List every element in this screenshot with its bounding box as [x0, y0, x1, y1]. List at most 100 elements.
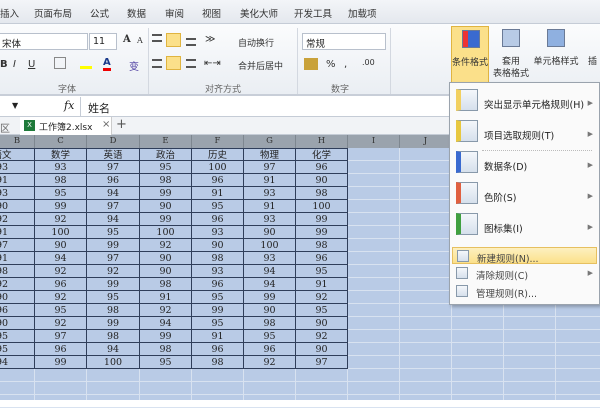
percent-button[interactable]: % — [326, 59, 336, 70]
table-cell[interactable]: 98 — [140, 278, 192, 291]
table-cell[interactable]: 94 — [87, 343, 140, 356]
bold-button[interactable]: B — [0, 59, 8, 70]
table-cell[interactable]: 91 — [0, 252, 35, 265]
table-cell[interactable]: 92 — [140, 239, 192, 252]
table-cell[interactable]: 99 — [244, 291, 296, 304]
table-cell[interactable]: 92 — [0, 213, 35, 226]
menu-item-manage-rules[interactable]: 管理规则(R)... — [452, 283, 597, 300]
table-cell[interactable]: 96 — [244, 343, 296, 356]
column-header-G[interactable]: G — [244, 135, 296, 148]
insert-function-button[interactable]: fx — [64, 99, 74, 112]
table-cell[interactable]: 96 — [296, 161, 348, 174]
fill-color-icon[interactable] — [80, 57, 92, 69]
table-cell[interactable]: 93 — [0, 161, 35, 174]
table-cell[interactable]: 90 — [244, 304, 296, 317]
table-cell[interactable]: 91 — [244, 200, 296, 213]
column-header-C[interactable]: C — [35, 135, 87, 148]
table-cell[interactable]: 94 — [0, 356, 35, 369]
decimal-icon[interactable]: .00 — [362, 58, 375, 67]
table-cell[interactable]: 98 — [0, 265, 35, 278]
table-cell[interactable]: 98 — [87, 304, 140, 317]
header-cell[interactable]: 历史 — [192, 148, 244, 161]
table-cell[interactable]: 92 — [35, 213, 87, 226]
table-cell[interactable]: 100 — [296, 200, 348, 213]
table-cell[interactable]: 100 — [35, 226, 87, 239]
table-cell[interactable]: 92 — [0, 278, 35, 291]
table-cell[interactable]: 95 — [296, 265, 348, 278]
table-cell[interactable]: 94 — [87, 187, 140, 200]
align-center-button[interactable] — [166, 56, 181, 70]
align-top-icon[interactable] — [152, 34, 162, 42]
tab-view[interactable]: 视图 — [202, 6, 221, 20]
table-cell[interactable]: 98 — [192, 252, 244, 265]
column-header-B[interactable]: B — [0, 135, 35, 148]
header-cell[interactable]: 政治 — [140, 148, 192, 161]
table-cell[interactable]: 92 — [35, 317, 87, 330]
table-cell[interactable]: 94 — [87, 213, 140, 226]
table-cell[interactable]: 90 — [35, 239, 87, 252]
table-cell[interactable]: 90 — [296, 317, 348, 330]
header-cell[interactable]: 英语 — [87, 148, 140, 161]
table-cell[interactable]: 92 — [35, 265, 87, 278]
conditional-format-button[interactable]: 条件格式 — [451, 26, 489, 83]
menu-item-data-bars[interactable]: 数据条(D) ▶ — [452, 151, 597, 179]
table-cell[interactable]: 96 — [35, 278, 87, 291]
italic-button[interactable]: I — [13, 59, 16, 70]
column-header-F[interactable]: F — [192, 135, 244, 148]
table-cell[interactable]: 91 — [140, 291, 192, 304]
table-cell[interactable]: 100 — [244, 239, 296, 252]
comma-button[interactable]: , — [344, 59, 347, 70]
orientation-icon[interactable]: ≫ — [205, 34, 215, 45]
table-cell[interactable]: 98 — [192, 356, 244, 369]
table-cell[interactable]: 95 — [0, 330, 35, 343]
table-cell[interactable]: 91 — [244, 174, 296, 187]
table-cell[interactable]: 95 — [192, 291, 244, 304]
cell-styles-button[interactable]: 单元格样式 — [533, 26, 579, 83]
font-color-button[interactable]: A — [103, 57, 111, 71]
align-middle-button[interactable] — [166, 33, 181, 47]
table-cell[interactable]: 92 — [35, 291, 87, 304]
table-cell[interactable]: 91 — [0, 226, 35, 239]
table-cell[interactable]: 97 — [87, 252, 140, 265]
table-cell[interactable]: 98 — [296, 239, 348, 252]
insert-button[interactable]: 插 — [588, 54, 597, 67]
table-cell[interactable]: 90 — [296, 174, 348, 187]
table-cell[interactable]: 99 — [140, 213, 192, 226]
column-header-I[interactable]: I — [348, 135, 400, 148]
phonetic-button[interactable]: 变 — [129, 58, 139, 73]
table-cell[interactable]: 92 — [296, 291, 348, 304]
font-size-select[interactable]: 11 — [89, 33, 117, 50]
tab-insert[interactable]: 插入 — [0, 6, 19, 20]
table-cell[interactable]: 96 — [192, 278, 244, 291]
table-cell[interactable]: 92 — [140, 304, 192, 317]
grow-font-button[interactable]: A — [123, 34, 131, 45]
tab-developer[interactable]: 开发工具 — [294, 6, 332, 20]
table-cell[interactable]: 99 — [140, 330, 192, 343]
table-cell[interactable]: 99 — [35, 356, 87, 369]
header-cell[interactable]: 数学 — [35, 148, 87, 161]
table-cell[interactable]: 95 — [87, 291, 140, 304]
align-bottom-icon[interactable] — [186, 38, 196, 46]
table-cell[interactable]: 92 — [296, 330, 348, 343]
underline-button[interactable]: U — [28, 59, 35, 70]
menu-item-color-scales[interactable]: 色阶(S) ▶ — [452, 182, 597, 210]
table-cell[interactable]: 91 — [192, 330, 244, 343]
table-cell[interactable]: 96 — [192, 213, 244, 226]
table-cell[interactable]: 97 — [87, 161, 140, 174]
table-cell[interactable]: 98 — [87, 330, 140, 343]
header-cell[interactable]: 语文 — [0, 148, 35, 161]
table-cell[interactable]: 99 — [87, 278, 140, 291]
tab-formulas[interactable]: 公式 — [90, 6, 109, 20]
table-cell[interactable]: 93 — [35, 161, 87, 174]
font-name-select[interactable]: 宋体 — [0, 33, 88, 50]
table-cell[interactable]: 95 — [0, 343, 35, 356]
table-cell[interactable]: 98 — [244, 317, 296, 330]
table-cell[interactable]: 92 — [244, 356, 296, 369]
table-cell[interactable]: 100 — [192, 161, 244, 174]
header-cell[interactable]: 化学 — [296, 148, 348, 161]
table-cell[interactable]: 90 — [0, 317, 35, 330]
tab-page-layout[interactable]: 页面布局 — [34, 6, 72, 20]
table-cell[interactable]: 95 — [192, 200, 244, 213]
tab-beautify[interactable]: 美化大师 — [240, 6, 278, 20]
merge-center-button[interactable]: 合并后居中 — [238, 59, 283, 72]
